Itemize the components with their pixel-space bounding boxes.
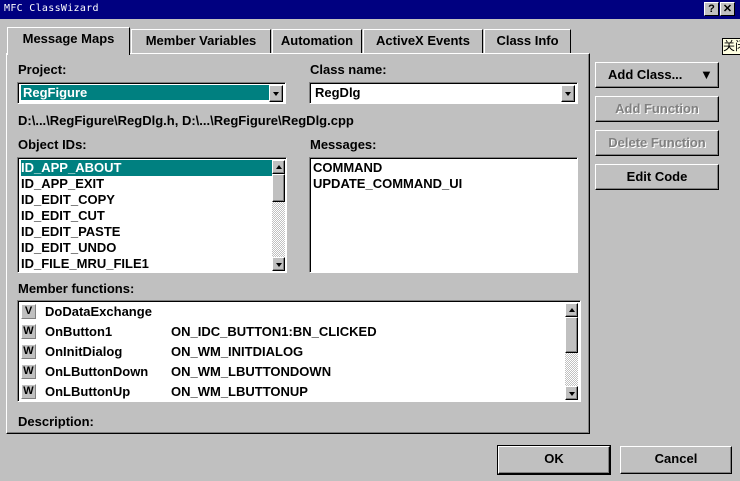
tab-message-maps[interactable]: Message Maps: [7, 27, 130, 55]
scroll-up-button[interactable]: [565, 303, 578, 317]
delete-function-button[interactable]: Delete Function: [595, 130, 719, 156]
chevron-down-icon: [568, 392, 575, 396]
tab-member-variables[interactable]: Member Variables: [131, 29, 271, 53]
tab-label: Message Maps: [22, 31, 115, 46]
project-dropdown-button[interactable]: [269, 85, 283, 102]
table-row[interactable]: W OnLButtonDown ON_WM_LBUTTONDOWN: [21, 362, 561, 382]
class-name-combo[interactable]: RegDlg: [309, 82, 578, 104]
cancel-button[interactable]: Cancel: [620, 446, 732, 474]
table-row[interactable]: W OnLButtonUp ON_WM_LBUTTONUP: [21, 382, 561, 401]
object-ids-list[interactable]: ID_APP_ABOUT ID_APP_EXIT ID_EDIT_COPY ID…: [17, 157, 287, 273]
function-name: DoDataExchange: [45, 304, 152, 319]
description-label: Description:: [18, 414, 94, 429]
tab-automation[interactable]: Automation: [272, 29, 362, 53]
close-icon: ✕: [722, 3, 733, 15]
function-name: OnButton1: [45, 324, 113, 339]
project-combo[interactable]: RegFigure: [17, 82, 286, 104]
add-function-button[interactable]: Add Function: [595, 96, 719, 122]
table-row[interactable]: W OnInitDialog ON_WM_INITDIALOG: [21, 342, 561, 362]
tab-label: Class Info: [496, 33, 559, 48]
add-class-label: Add Class...: [608, 67, 683, 82]
tab-label: ActiveX Events: [376, 33, 470, 48]
table-row[interactable]: V DoDataExchange: [21, 302, 561, 322]
scroll-down-button[interactable]: [565, 386, 578, 400]
chevron-down-icon: [565, 92, 571, 96]
list-item[interactable]: ID_APP_ABOUT: [21, 160, 272, 176]
table-row[interactable]: W OnButton1 ON_IDC_BUTTON1:BN_CLICKED: [21, 322, 561, 342]
windows-message-icon: W: [21, 324, 36, 339]
tooltip-fragment: 关闭: [722, 38, 740, 55]
class-name-dropdown-button[interactable]: [561, 85, 575, 102]
list-item[interactable]: ID_EDIT_CUT: [21, 208, 105, 224]
message-map: ON_IDC_BUTTON1:BN_CLICKED: [171, 324, 377, 339]
project-label: Project:: [18, 62, 67, 77]
help-button[interactable]: ?: [704, 2, 719, 16]
message-map: ON_WM_INITDIALOG: [171, 344, 304, 359]
message-map: ON_WM_LBUTTONUP: [171, 384, 308, 399]
list-item[interactable]: ID_FILE_MRU_FILE1: [21, 256, 149, 272]
list-item[interactable]: ID_EDIT_COPY: [21, 192, 115, 208]
function-name: OnLButtonDown: [45, 364, 149, 379]
class-name-value: RegDlg: [315, 85, 361, 100]
add-function-label: Add Function: [615, 101, 699, 116]
ok-label: OK: [544, 451, 564, 466]
tab-label: Automation: [280, 33, 354, 48]
windows-message-icon: W: [21, 364, 36, 379]
title-bar[interactable]: MFC ClassWizard ? ✕: [0, 0, 740, 19]
delete-function-label: Delete Function: [608, 135, 706, 150]
messages-label: Messages:: [310, 137, 377, 152]
function-name: OnInitDialog: [45, 344, 123, 359]
list-item[interactable]: COMMAND: [313, 160, 382, 176]
add-class-button[interactable]: Add Class... ▼: [595, 62, 719, 88]
member-functions-list[interactable]: V DoDataExchange W OnButton1 ON_IDC_BUTT…: [17, 300, 581, 402]
scroll-thumb[interactable]: [272, 174, 285, 202]
message-map: ON_WM_LBUTTONDOWN: [171, 364, 332, 379]
scroll-thumb[interactable]: [565, 317, 578, 353]
class-name-label: Class name:: [310, 62, 387, 77]
cancel-label: Cancel: [654, 451, 698, 466]
function-name: OnLButtonUp: [45, 384, 131, 399]
project-value: RegFigure: [21, 85, 269, 100]
windows-message-icon: W: [21, 384, 36, 399]
close-button[interactable]: ✕: [720, 2, 735, 16]
chevron-up-icon: [275, 165, 282, 169]
scroll-down-button[interactable]: [272, 257, 285, 271]
virtual-function-icon: V: [21, 304, 36, 319]
edit-code-button[interactable]: Edit Code: [595, 164, 719, 190]
ok-button[interactable]: OK: [497, 445, 611, 475]
object-ids-label: Object IDs:: [18, 137, 87, 152]
list-item[interactable]: ID_EDIT_PASTE: [21, 224, 120, 240]
edit-code-label: Edit Code: [626, 169, 688, 184]
help-icon: ?: [708, 3, 715, 15]
chevron-down-icon: [275, 263, 282, 267]
window-title: MFC ClassWizard: [4, 3, 99, 14]
object-ids-scrollbar[interactable]: [272, 160, 285, 271]
file-path: D:\...\RegFigure\RegDlg.h, D:\...\RegFig…: [18, 113, 354, 128]
chevron-down-icon: [273, 92, 279, 96]
member-functions-scrollbar[interactable]: [565, 303, 578, 400]
tab-activex-events[interactable]: ActiveX Events: [363, 29, 483, 53]
chevron-up-icon: [568, 308, 575, 312]
dropdown-arrow-icon: ▼: [700, 67, 713, 82]
tab-label: Member Variables: [145, 33, 257, 48]
messages-list[interactable]: COMMAND UPDATE_COMMAND_UI: [309, 157, 578, 273]
list-item[interactable]: ID_EDIT_UNDO: [21, 240, 116, 256]
scroll-up-button[interactable]: [272, 160, 285, 174]
list-item[interactable]: UPDATE_COMMAND_UI: [313, 176, 462, 192]
tab-class-info[interactable]: Class Info: [484, 29, 571, 53]
list-item[interactable]: ID_APP_EXIT: [21, 176, 104, 192]
member-functions-label: Member functions:: [18, 281, 135, 296]
windows-message-icon: W: [21, 344, 36, 359]
